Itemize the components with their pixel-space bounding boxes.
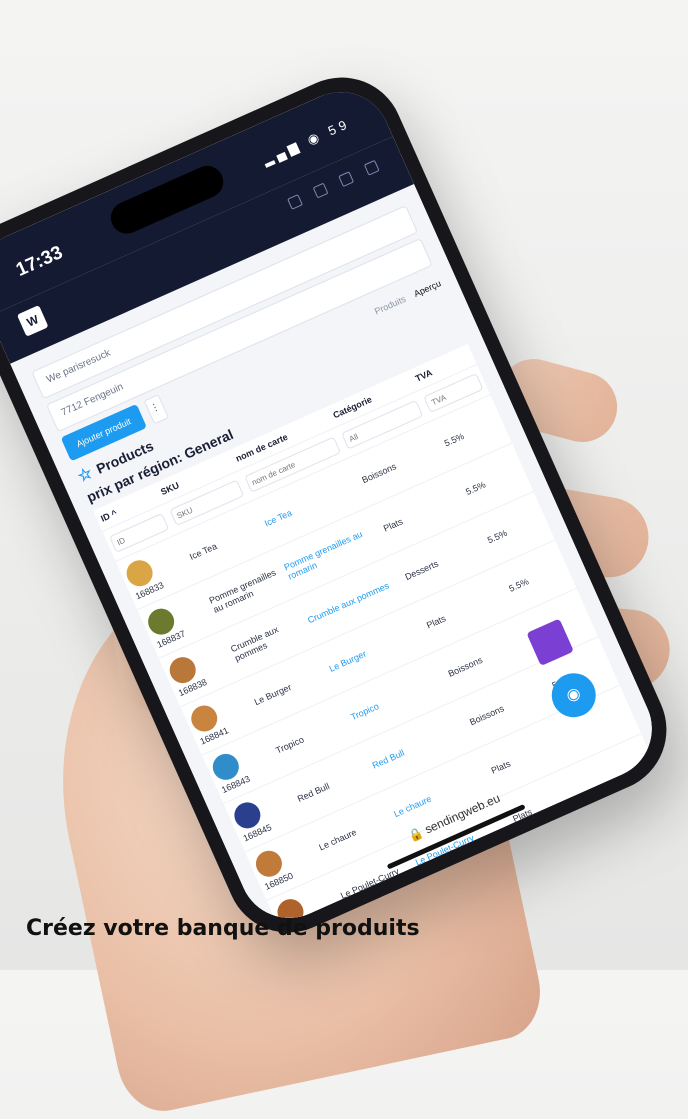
grid-icon[interactable] (287, 194, 303, 210)
tab-apercu[interactable]: Aperçu (412, 278, 442, 299)
status-time: 17:33 (12, 242, 66, 282)
app-logo[interactable]: W (16, 305, 49, 337)
star-icon[interactable]: ☆ (74, 463, 95, 487)
chat-icon[interactable] (338, 171, 355, 188)
tab-produits[interactable]: Produits (373, 294, 407, 317)
caption: Créez votre banque de produits (26, 916, 420, 941)
bell-icon[interactable] (312, 182, 329, 199)
settings-icon[interactable] (363, 159, 380, 176)
more-options-button[interactable]: ⋮ (143, 394, 169, 425)
